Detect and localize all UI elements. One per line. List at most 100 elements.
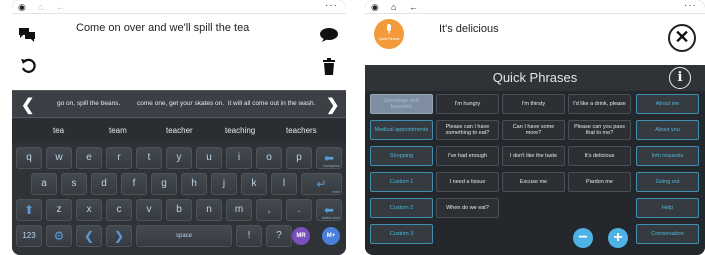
- key[interactable]: l: [271, 173, 297, 195]
- word-suggestion[interactable]: teachers: [286, 126, 317, 135]
- memory-recall-button[interactable]: MR: [292, 227, 310, 245]
- shift-key[interactable]: ⬆: [16, 199, 42, 221]
- category-item[interactable]: Custom 3: [370, 224, 433, 244]
- phrase-button[interactable]: I'm thirsty: [502, 94, 565, 114]
- phrase-button[interactable]: Please can you pass that to me?: [568, 120, 631, 140]
- word-suggestion[interactable]: teacher: [166, 126, 193, 135]
- key[interactable]: h: [181, 173, 207, 195]
- phrase-button[interactable]: Excuse me: [502, 172, 565, 192]
- memory-add-button[interactable]: M+: [322, 227, 340, 245]
- key[interactable]: g: [151, 173, 177, 195]
- delete-word-key[interactable]: ⬅ delete word: [316, 199, 342, 221]
- key[interactable]: d: [91, 173, 117, 195]
- phrase-button[interactable]: I'd like a drink, please: [568, 94, 631, 114]
- home-icon[interactable]: ⌂: [391, 2, 396, 12]
- speak-bubble-icon[interactable]: [319, 27, 339, 43]
- category-item[interactable]: Medical appointments: [370, 120, 433, 140]
- app-logo-icon[interactable]: ◉: [371, 2, 379, 12]
- cursor-right-key[interactable]: ❯: [106, 225, 132, 247]
- key[interactable]: r: [106, 147, 132, 169]
- avatar[interactable]: Quick Phrases: [374, 19, 404, 49]
- message-text: Come on over and we'll spill the tea: [76, 22, 250, 34]
- cursor-left-key[interactable]: ❮: [76, 225, 102, 247]
- prev-prediction-icon[interactable]: ❮: [21, 95, 34, 115]
- key[interactable]: f: [121, 173, 147, 195]
- word-suggestion[interactable]: teaching: [225, 126, 255, 135]
- enter-key[interactable]: ↵ enter: [301, 173, 342, 195]
- phrase-button[interactable]: I'm hungry: [436, 94, 499, 114]
- message-area[interactable]: Come on over and we'll spill the tea: [12, 14, 346, 90]
- key[interactable]: s: [61, 173, 87, 195]
- more-options-icon[interactable]: ···: [684, 0, 697, 11]
- key[interactable]: c: [106, 199, 132, 221]
- info-icon[interactable]: i: [669, 67, 691, 89]
- key[interactable]: w: [46, 147, 72, 169]
- home-icon[interactable]: ⌂: [38, 2, 43, 12]
- enter-icon: ↵: [316, 177, 327, 191]
- keyboard: q w e r t y u i o p ⬅ backspace a s d f …: [12, 143, 346, 255]
- more-options-icon[interactable]: ···: [325, 0, 338, 11]
- phrase-button[interactable]: Pardon me: [568, 172, 631, 192]
- topic-item[interactable]: Going out: [636, 172, 699, 192]
- key[interactable]: z: [46, 199, 72, 221]
- backspace-key[interactable]: ⬅ backspace: [316, 147, 342, 169]
- minus-button[interactable]: −: [573, 228, 593, 248]
- close-icon[interactable]: ✕: [668, 24, 696, 52]
- key[interactable]: b: [166, 199, 192, 221]
- clear-trash-icon[interactable]: [322, 58, 336, 75]
- key[interactable]: j: [211, 173, 237, 195]
- phrase-button[interactable]: When do we eat?: [436, 198, 499, 218]
- phrase-button[interactable]: It's delicious: [568, 146, 631, 166]
- category-item[interactable]: Greetings and farewells: [370, 94, 433, 114]
- topic-item[interactable]: Conversation: [636, 224, 699, 244]
- back-arrow-icon[interactable]: ←: [56, 2, 65, 12]
- speech-bubbles-icon[interactable]: [18, 26, 36, 42]
- key[interactable]: e: [76, 147, 102, 169]
- prediction-item[interactable]: go on, spill the beans.: [57, 100, 120, 107]
- numbers-key[interactable]: 123: [16, 225, 42, 247]
- key[interactable]: q: [16, 147, 42, 169]
- key[interactable]: t: [136, 147, 162, 169]
- key[interactable]: k: [241, 173, 267, 195]
- topic-item[interactable]: Help: [636, 198, 699, 218]
- word-suggestion[interactable]: tea: [53, 126, 64, 135]
- key[interactable]: m: [226, 199, 252, 221]
- settings-key[interactable]: ⚙: [46, 225, 72, 247]
- avatar-label: Quick Phrases: [378, 37, 400, 41]
- category-item[interactable]: Shopping: [370, 146, 433, 166]
- key[interactable]: p: [286, 147, 312, 169]
- topic-item[interactable]: About me: [636, 94, 699, 114]
- plus-button[interactable]: +: [608, 228, 628, 248]
- key[interactable]: y: [166, 147, 192, 169]
- phrase-button[interactable]: I've had enough: [436, 146, 499, 166]
- undo-icon[interactable]: [20, 58, 36, 74]
- key[interactable]: n: [196, 199, 222, 221]
- message-area[interactable]: Quick Phrases It's delicious ✕: [365, 14, 705, 65]
- category-item[interactable]: Custom 1: [370, 172, 433, 192]
- topic-item[interactable]: About you: [636, 120, 699, 140]
- key[interactable]: x: [76, 199, 102, 221]
- word-suggestion[interactable]: team: [109, 126, 127, 135]
- key[interactable]: u: [196, 147, 222, 169]
- phrase-button[interactable]: Can I have some more?: [502, 120, 565, 140]
- topic-item[interactable]: Info requests: [636, 146, 699, 166]
- phrase-button[interactable]: I need a tissue: [436, 172, 499, 192]
- key[interactable]: ,: [256, 199, 282, 221]
- prediction-item[interactable]: come one, get your skates on.: [137, 100, 224, 107]
- app-logo-icon[interactable]: ◉: [18, 2, 26, 12]
- next-prediction-icon[interactable]: ❯: [326, 95, 339, 115]
- key[interactable]: .: [286, 199, 312, 221]
- key[interactable]: i: [226, 147, 252, 169]
- key[interactable]: !: [236, 225, 262, 247]
- key[interactable]: o: [256, 147, 282, 169]
- category-item[interactable]: Custom 2: [370, 198, 433, 218]
- space-key[interactable]: space: [136, 225, 232, 247]
- key[interactable]: a: [31, 173, 57, 195]
- key[interactable]: ?: [266, 225, 292, 247]
- phrase-button[interactable]: Please can I have something to eat?: [436, 120, 499, 140]
- back-arrow-icon[interactable]: ←: [409, 2, 418, 12]
- phrase-button[interactable]: I don't like the taste: [502, 146, 565, 166]
- prediction-item[interactable]: it will all come out in the wash.: [228, 100, 315, 107]
- chevron-right-icon: ❯: [113, 229, 125, 243]
- key[interactable]: v: [136, 199, 162, 221]
